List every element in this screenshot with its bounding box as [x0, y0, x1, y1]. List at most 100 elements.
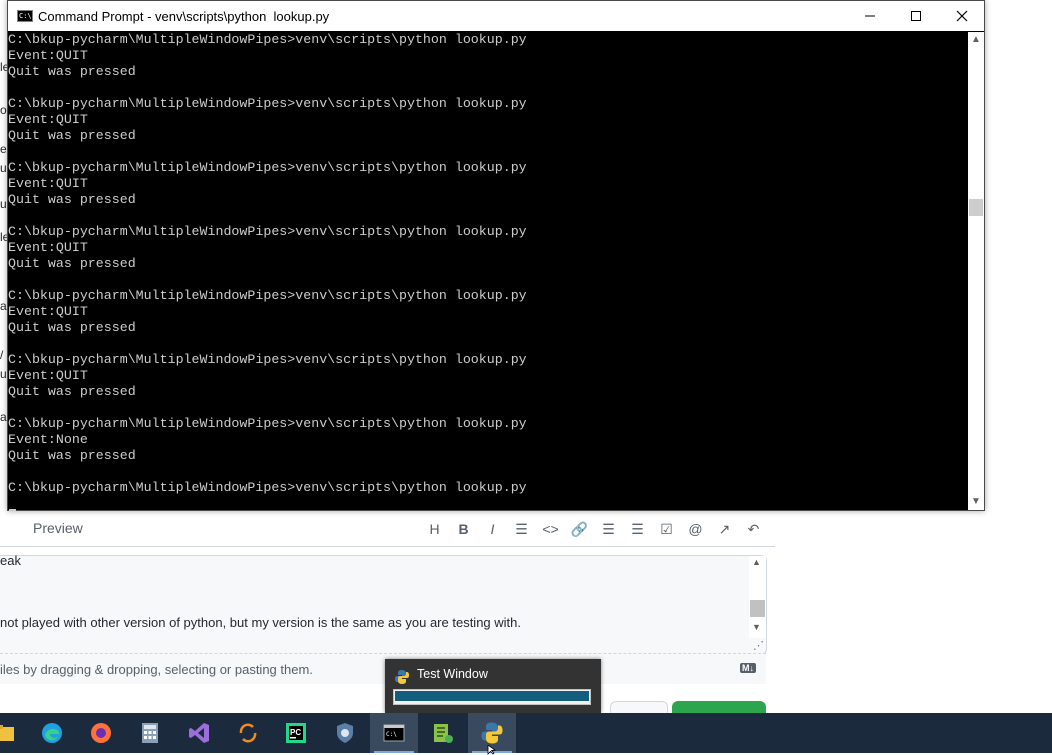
mention-icon[interactable]: @ — [681, 517, 710, 541]
taskbar-button-notepad-plus-plus[interactable] — [419, 713, 467, 753]
console-line: C:\bkup-pycharm\MultipleWindowPipes>venv… — [8, 288, 527, 303]
taskbar-button-sync-app[interactable] — [224, 713, 272, 753]
thumbnail-title: Test Window — [417, 667, 488, 681]
console-output[interactable]: C:\bkup-pycharm\MultipleWindowPipes>venv… — [8, 32, 968, 510]
taskbar-button-firefox[interactable] — [77, 713, 125, 753]
console-scrollbar[interactable]: ▲ ▼ — [968, 32, 984, 510]
numbered-list-icon[interactable]: ☰ — [623, 517, 652, 541]
markdown-badge-icon[interactable]: M↓ — [740, 663, 756, 673]
console-line: C:\bkup-pycharm\MultipleWindowPipes>venv… — [8, 160, 527, 175]
close-button[interactable] — [939, 1, 985, 31]
code-icon[interactable]: <> — [536, 517, 565, 541]
notepad-plus-plus-icon — [431, 721, 455, 745]
attach-files-text: iles by dragging & dropping, selecting o… — [0, 662, 313, 677]
taskbar: PC C:\ — [0, 713, 1052, 753]
console-line: Quit was pressed — [8, 256, 136, 271]
taskbar-button-pycharm[interactable]: PC — [272, 713, 320, 753]
console-line: C:\bkup-pycharm\MultipleWindowPipes>venv… — [8, 96, 527, 111]
console-line: Event:QUIT — [8, 304, 88, 319]
scroll-down-arrow-icon[interactable]: ▼ — [752, 622, 761, 632]
console-line: C:\bkup-pycharm\MultipleWindowPipes>venv… — [8, 32, 527, 47]
minimize-icon — [865, 15, 875, 17]
console-line: Event:None — [8, 432, 88, 447]
console-line: Event:QUIT — [8, 48, 88, 63]
console-line: Quit was pressed — [8, 64, 136, 79]
command-prompt-icon: C:\ — [382, 721, 406, 745]
console-line: C:\bkup-pycharm\MultipleWindowPipes>venv… — [8, 480, 527, 495]
taskbar-button-visual-studio[interactable] — [175, 713, 223, 753]
taskbar-button-shield[interactable] — [321, 713, 369, 753]
markdown-toolbar: H B I ☰ <> 🔗 ☰ ☰ ☑ @ ↗ ↶ — [420, 517, 768, 541]
attach-files-bar[interactable]: iles by dragging & dropping, selecting o… — [0, 653, 766, 684]
console-line: Event:QUIT — [8, 112, 88, 127]
comment-scrollbar[interactable]: ▲ ▼ — [749, 556, 766, 638]
bulleted-list-icon[interactable]: ☰ — [594, 517, 623, 541]
bold-icon[interactable]: B — [449, 517, 478, 541]
visual-studio-icon — [187, 721, 211, 745]
cmd-titlebar[interactable]: C:\ Command Prompt - venv\scripts\python… — [8, 1, 984, 31]
task-list-icon[interactable]: ☑ — [652, 517, 681, 541]
window-title: Command Prompt - venv\scripts\python loo… — [38, 9, 330, 24]
svg-text:C:\: C:\ — [386, 731, 397, 738]
maximize-icon — [911, 11, 921, 21]
tab-preview[interactable]: Preview — [33, 520, 83, 536]
calculator-icon — [138, 721, 162, 745]
heading-icon[interactable]: H — [420, 517, 449, 541]
console-line: C:\bkup-pycharm\MultipleWindowPipes>venv… — [8, 352, 527, 367]
console-line: Event:QUIT — [8, 176, 88, 191]
console-scroll-thumb[interactable] — [969, 199, 983, 216]
python-icon — [480, 721, 504, 745]
taskbar-thumbnail-popup[interactable]: Test Window — [385, 659, 601, 713]
edge-icon — [40, 721, 64, 745]
taskbar-button-command-prompt[interactable]: C:\ — [370, 713, 418, 753]
console-line: Quit was pressed — [8, 320, 136, 335]
console-line: Quit was pressed — [8, 128, 136, 143]
shield-icon — [333, 721, 357, 745]
thumbnail-preview[interactable] — [393, 689, 591, 705]
comment-text-line: not played with other version of python,… — [0, 615, 521, 630]
console-line: C:\bkup-pycharm\MultipleWindowPipes>venv… — [8, 416, 527, 431]
command-prompt-window[interactable]: C:\ Command Prompt - venv\scripts\python… — [7, 0, 985, 511]
reply-icon[interactable]: ↶ — [739, 517, 768, 541]
file-explorer-icon — [0, 721, 16, 745]
taskbar-button-file-explorer[interactable] — [0, 713, 28, 753]
command-prompt-icon: C:\ — [17, 10, 33, 22]
console-line: Event:QUIT — [8, 240, 88, 255]
comment-editor-toolbar: Preview H B I ☰ <> 🔗 ☰ ☰ ☑ @ ↗ ↶ — [0, 511, 775, 547]
comment-text-line: eak — [0, 553, 21, 568]
console-line: Quit was pressed — [8, 192, 136, 207]
scroll-up-arrow-icon[interactable]: ▲ — [752, 557, 761, 567]
thumbnail-preview-fill — [395, 691, 589, 701]
scroll-down-arrow-icon[interactable]: ▼ — [971, 496, 981, 507]
minimize-button[interactable] — [847, 1, 893, 31]
link-icon[interactable]: 🔗 — [565, 517, 594, 541]
resize-grip-icon[interactable]: ⋰ — [753, 639, 764, 652]
python-icon — [395, 670, 409, 684]
console-line: Event:QUIT — [8, 368, 88, 383]
mouse-pointer-icon — [487, 745, 497, 755]
cross-reference-icon[interactable]: ↗ — [710, 517, 739, 541]
console-line: Quit was pressed — [8, 448, 136, 463]
comment-scroll-thumb[interactable] — [750, 600, 765, 617]
sync-app-icon — [236, 721, 260, 745]
pycharm-icon: PC — [284, 721, 308, 745]
maximize-button[interactable] — [893, 1, 939, 31]
console-line: C:\bkup-pycharm\MultipleWindowPipes>venv… — [8, 224, 527, 239]
firefox-icon — [89, 721, 113, 745]
svg-text:PC: PC — [290, 728, 301, 737]
taskbar-button-edge[interactable] — [28, 713, 76, 753]
quote-icon[interactable]: ☰ — [507, 517, 536, 541]
scroll-up-arrow-icon[interactable]: ▲ — [971, 34, 981, 45]
comment-textarea[interactable]: eak not played with other version of pyt… — [0, 553, 767, 655]
console-line: Quit was pressed — [8, 384, 136, 399]
close-icon — [956, 10, 968, 22]
taskbar-button-calculator[interactable] — [126, 713, 174, 753]
italic-icon[interactable]: I — [478, 517, 507, 541]
